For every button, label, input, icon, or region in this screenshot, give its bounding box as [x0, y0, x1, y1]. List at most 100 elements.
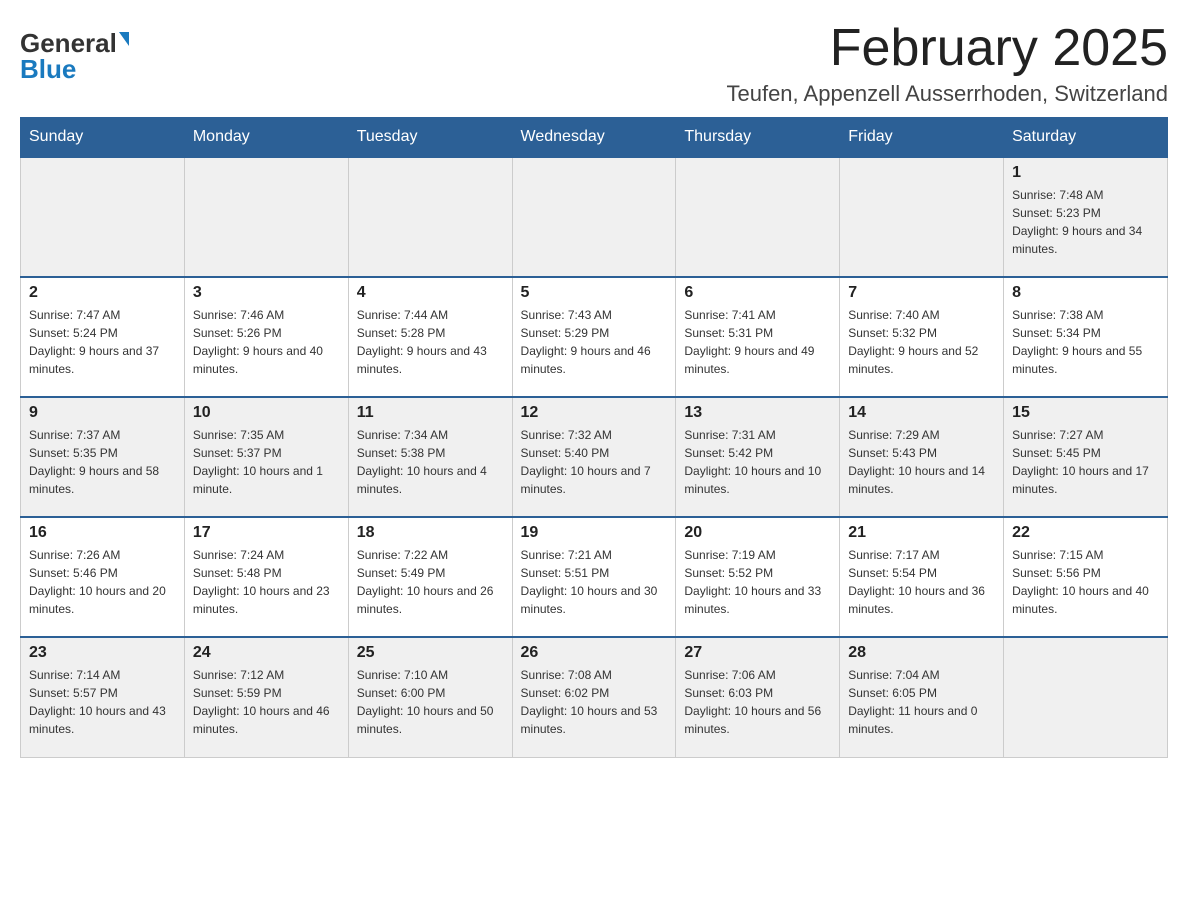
calendar-header-wednesday: Wednesday [512, 118, 676, 158]
calendar-day-cell [348, 157, 512, 277]
day-info: Sunrise: 7:14 AMSunset: 5:57 PMDaylight:… [29, 666, 176, 738]
calendar-day-cell [676, 157, 840, 277]
day-info: Sunrise: 7:29 AMSunset: 5:43 PMDaylight:… [848, 426, 995, 498]
location-title: Teufen, Appenzell Ausserrhoden, Switzerl… [726, 81, 1168, 107]
calendar-day-cell: 19 Sunrise: 7:21 AMSunset: 5:51 PMDayligh… [512, 517, 676, 637]
day-number: 25 [357, 644, 504, 662]
calendar-week-row: 9 Sunrise: 7:37 AMSunset: 5:35 PMDaylight… [21, 397, 1168, 517]
day-info: Sunrise: 7:43 AMSunset: 5:29 PMDaylight:… [521, 306, 668, 378]
day-info: Sunrise: 7:48 AMSunset: 5:23 PMDaylight:… [1012, 186, 1159, 258]
title-section: February 2025 Teufen, Appenzell Ausserrh… [726, 20, 1168, 107]
day-info: Sunrise: 7:27 AMSunset: 5:45 PMDaylight:… [1012, 426, 1159, 498]
calendar-day-cell: 14 Sunrise: 7:29 AMSunset: 5:43 PMDayligh… [840, 397, 1004, 517]
calendar-day-cell: 28Sunrise: 7:04 AMSunset: 6:05 PMDayligh… [840, 637, 1004, 757]
logo-general-text: General [20, 30, 117, 56]
calendar-day-cell: 22 Sunrise: 7:15 AMSunset: 5:56 PMDayligh… [1004, 517, 1168, 637]
calendar-day-cell: 3 Sunrise: 7:46 AMSunset: 5:26 PMDaylight… [184, 277, 348, 397]
day-number: 22 [1012, 524, 1159, 542]
day-number: 10 [193, 404, 340, 422]
calendar-header-row: SundayMondayTuesdayWednesdayThursdayFrid… [21, 118, 1168, 158]
day-info: Sunrise: 7:06 AMSunset: 6:03 PMDaylight:… [684, 666, 831, 738]
day-number: 12 [521, 404, 668, 422]
day-info: Sunrise: 7:24 AMSunset: 5:48 PMDaylight:… [193, 546, 340, 618]
calendar-day-cell: 16Sunrise: 7:26 AMSunset: 5:46 PMDayligh… [21, 517, 185, 637]
day-info: Sunrise: 7:41 AMSunset: 5:31 PMDaylight:… [684, 306, 831, 378]
day-number: 18 [357, 524, 504, 542]
day-number: 11 [357, 404, 504, 422]
calendar-day-cell: 7 Sunrise: 7:40 AMSunset: 5:32 PMDaylight… [840, 277, 1004, 397]
day-number: 9 [29, 404, 176, 422]
day-number: 19 [521, 524, 668, 542]
calendar-day-cell [184, 157, 348, 277]
day-number: 28 [848, 644, 995, 662]
day-info: Sunrise: 7:19 AMSunset: 5:52 PMDaylight:… [684, 546, 831, 618]
calendar-header-thursday: Thursday [676, 118, 840, 158]
month-title: February 2025 [726, 20, 1168, 77]
calendar-day-cell: 25 Sunrise: 7:10 AMSunset: 6:00 PMDayligh… [348, 637, 512, 757]
calendar-day-cell: 5 Sunrise: 7:43 AMSunset: 5:29 PMDaylight… [512, 277, 676, 397]
calendar-header-friday: Friday [840, 118, 1004, 158]
day-info: Sunrise: 7:32 AMSunset: 5:40 PMDaylight:… [521, 426, 668, 498]
day-info: Sunrise: 7:17 AMSunset: 5:54 PMDaylight:… [848, 546, 995, 618]
day-number: 15 [1012, 404, 1159, 422]
day-number: 5 [521, 284, 668, 302]
day-number: 13 [684, 404, 831, 422]
day-info: Sunrise: 7:12 AMSunset: 5:59 PMDaylight:… [193, 666, 340, 738]
calendar-day-cell: 11 Sunrise: 7:34 AMSunset: 5:38 PMDayligh… [348, 397, 512, 517]
calendar-header-sunday: Sunday [21, 118, 185, 158]
calendar-week-row: 2Sunrise: 7:47 AMSunset: 5:24 PMDaylight… [21, 277, 1168, 397]
day-info: Sunrise: 7:31 AMSunset: 5:42 PMDaylight:… [684, 426, 831, 498]
calendar-day-cell [1004, 637, 1168, 757]
calendar-week-row: 1 Sunrise: 7:48 AMSunset: 5:23 PMDaylight… [21, 157, 1168, 277]
day-number: 27 [684, 644, 831, 662]
day-number: 14 [848, 404, 995, 422]
calendar-header-tuesday: Tuesday [348, 118, 512, 158]
calendar-day-cell [512, 157, 676, 277]
calendar-week-row: 16Sunrise: 7:26 AMSunset: 5:46 PMDayligh… [21, 517, 1168, 637]
calendar-day-cell: 27 Sunrise: 7:06 AMSunset: 6:03 PMDayligh… [676, 637, 840, 757]
day-number: 7 [848, 284, 995, 302]
calendar-day-cell: 23 Sunrise: 7:14 AMSunset: 5:57 PMDayligh… [21, 637, 185, 757]
calendar-day-cell: 15 Sunrise: 7:27 AMSunset: 5:45 PMDayligh… [1004, 397, 1168, 517]
day-number: 3 [193, 284, 340, 302]
page-header: General Blue February 2025 Teufen, Appen… [20, 20, 1168, 107]
calendar-day-cell: 6 Sunrise: 7:41 AMSunset: 5:31 PMDaylight… [676, 277, 840, 397]
calendar-day-cell [840, 157, 1004, 277]
calendar-day-cell: 18Sunrise: 7:22 AMSunset: 5:49 PMDayligh… [348, 517, 512, 637]
logo-triangle-icon [119, 32, 129, 46]
day-info: Sunrise: 7:46 AMSunset: 5:26 PMDaylight:… [193, 306, 340, 378]
day-info: Sunrise: 7:44 AMSunset: 5:28 PMDaylight:… [357, 306, 504, 378]
day-info: Sunrise: 7:15 AMSunset: 5:56 PMDaylight:… [1012, 546, 1159, 618]
day-info: Sunrise: 7:26 AMSunset: 5:46 PMDaylight:… [29, 546, 176, 618]
day-info: Sunrise: 7:47 AMSunset: 5:24 PMDaylight:… [29, 306, 176, 378]
calendar-week-row: 23 Sunrise: 7:14 AMSunset: 5:57 PMDayligh… [21, 637, 1168, 757]
calendar-day-cell: 1 Sunrise: 7:48 AMSunset: 5:23 PMDaylight… [1004, 157, 1168, 277]
day-number: 1 [1012, 164, 1159, 182]
calendar-day-cell: 13 Sunrise: 7:31 AMSunset: 5:42 PMDayligh… [676, 397, 840, 517]
calendar-header-monday: Monday [184, 118, 348, 158]
day-number: 24 [193, 644, 340, 662]
day-info: Sunrise: 7:21 AMSunset: 5:51 PMDaylight:… [521, 546, 668, 618]
calendar-day-cell: 17 Sunrise: 7:24 AMSunset: 5:48 PMDayligh… [184, 517, 348, 637]
day-number: 8 [1012, 284, 1159, 302]
day-number: 21 [848, 524, 995, 542]
calendar-day-cell: 20Sunrise: 7:19 AMSunset: 5:52 PMDayligh… [676, 517, 840, 637]
calendar-day-cell: 26Sunrise: 7:08 AMSunset: 6:02 PMDayligh… [512, 637, 676, 757]
day-info: Sunrise: 7:35 AMSunset: 5:37 PMDaylight:… [193, 426, 340, 498]
day-number: 17 [193, 524, 340, 542]
day-info: Sunrise: 7:38 AMSunset: 5:34 PMDaylight:… [1012, 306, 1159, 378]
day-info: Sunrise: 7:40 AMSunset: 5:32 PMDaylight:… [848, 306, 995, 378]
calendar-day-cell: 21 Sunrise: 7:17 AMSunset: 5:54 PMDayligh… [840, 517, 1004, 637]
day-number: 23 [29, 644, 176, 662]
day-info: Sunrise: 7:08 AMSunset: 6:02 PMDaylight:… [521, 666, 668, 738]
calendar-day-cell [21, 157, 185, 277]
calendar-day-cell: 24 Sunrise: 7:12 AMSunset: 5:59 PMDayligh… [184, 637, 348, 757]
day-number: 6 [684, 284, 831, 302]
calendar-day-cell: 8 Sunrise: 7:38 AMSunset: 5:34 PMDaylight… [1004, 277, 1168, 397]
day-info: Sunrise: 7:37 AMSunset: 5:35 PMDaylight:… [29, 426, 176, 498]
day-info: Sunrise: 7:10 AMSunset: 6:00 PMDaylight:… [357, 666, 504, 738]
calendar-day-cell: 10 Sunrise: 7:35 AMSunset: 5:37 PMDayligh… [184, 397, 348, 517]
calendar-header-saturday: Saturday [1004, 118, 1168, 158]
calendar-day-cell: 9 Sunrise: 7:37 AMSunset: 5:35 PMDaylight… [21, 397, 185, 517]
day-info: Sunrise: 7:34 AMSunset: 5:38 PMDaylight:… [357, 426, 504, 498]
